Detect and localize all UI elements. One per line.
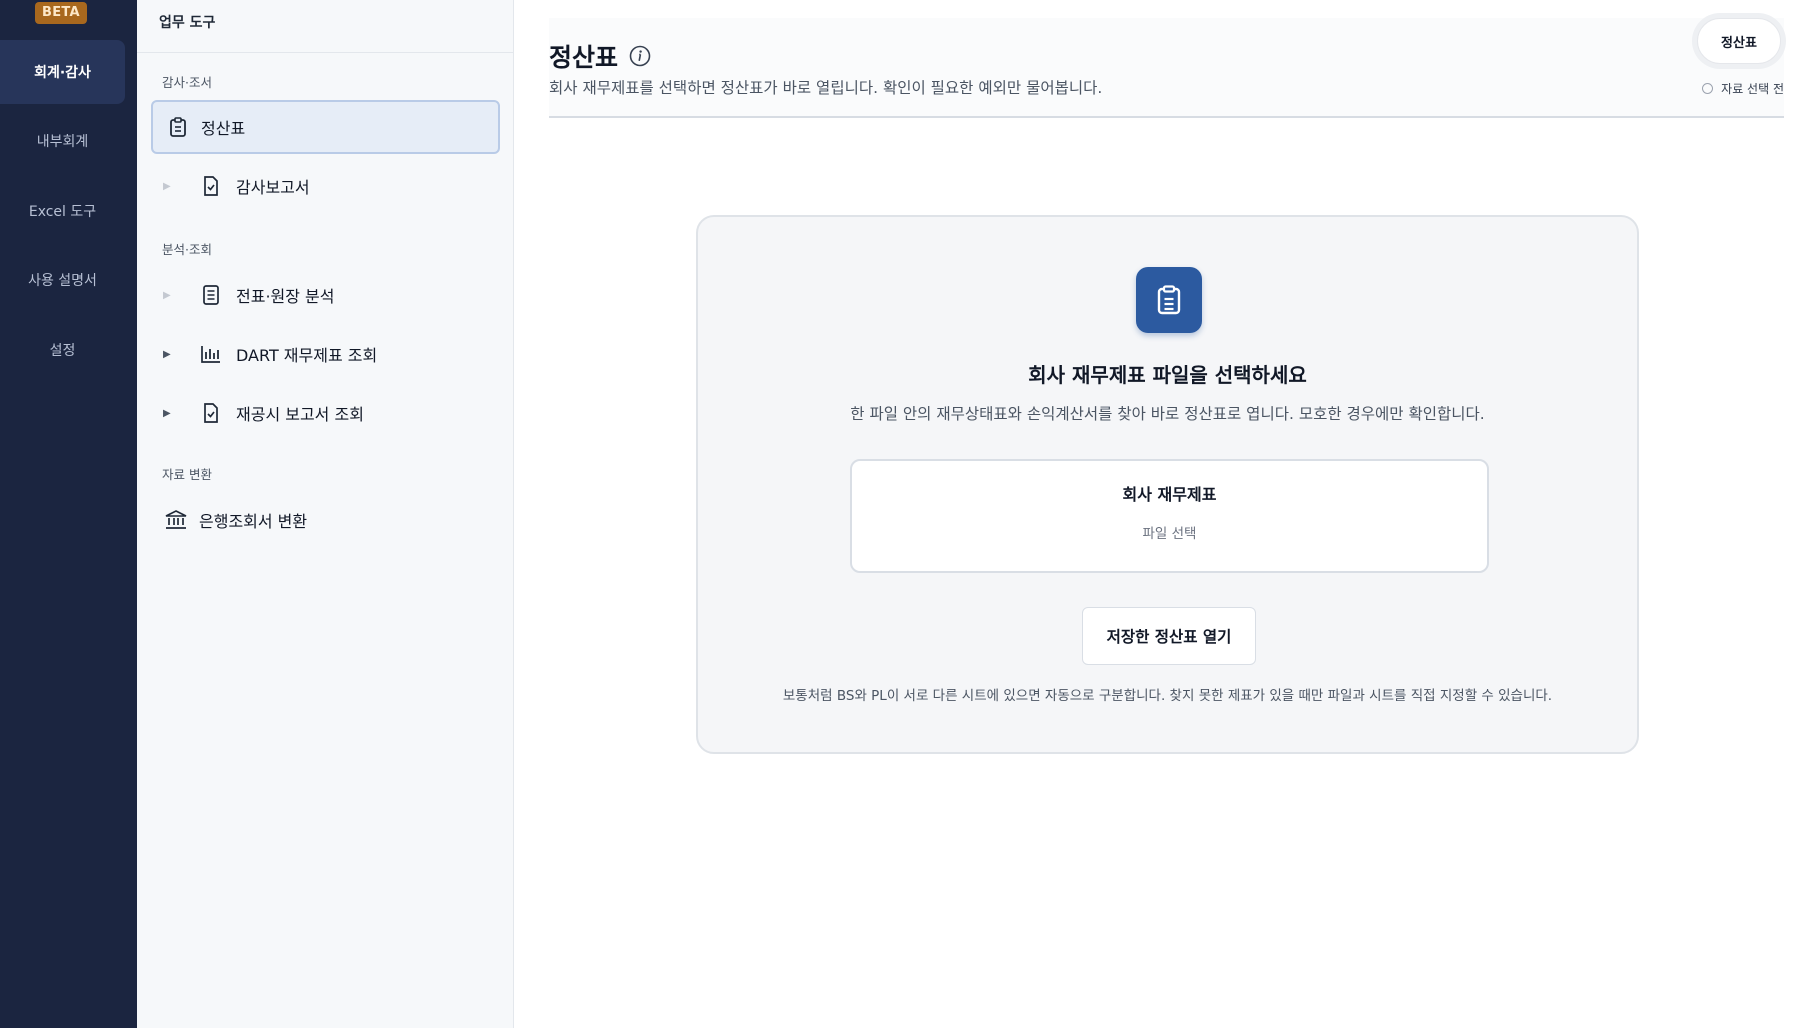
sidebar-item-ledger-analysis[interactable]: ▶ 전표·원장 분석 [151, 268, 500, 322]
main-content: 정산표 회사 재무제표를 선택하면 정산표가 바로 열립니다. 확인이 필요한 … [514, 0, 1800, 1028]
rail-item-user-guide[interactable]: 사용 설명서 [0, 248, 125, 312]
group-label-conversion: 자료 변환 [162, 467, 212, 482]
rail-item-label: 사용 설명서 [28, 273, 97, 289]
info-icon[interactable] [629, 45, 651, 67]
status-text: 자료 선택 전 [1721, 82, 1784, 96]
sidebar-item-label: DART 재무제표 조회 [236, 346, 378, 365]
sidebar-item-dart-financials[interactable]: ▶ DART 재무제표 조회 [151, 327, 500, 381]
rail-item-label: Excel 도구 [28, 204, 97, 220]
sidebar-item-label: 감사보고서 [236, 178, 310, 197]
sidebar-item-trial-balance[interactable]: 정산표 [151, 100, 500, 154]
trial-balance-pill-button[interactable]: 정산표 [1697, 18, 1781, 64]
sidebar-item-label: 정산표 [201, 119, 246, 138]
bank-icon [165, 509, 187, 531]
app-window: BETA 회계·감사 내부회계 Excel 도구 사용 설명서 설정 업무 도구… [0, 0, 1800, 1028]
rail-item-internal-control[interactable]: 내부회계 [0, 109, 125, 173]
ledger-icon [200, 284, 222, 306]
sidebar-item-label: 재공시 보고서 조회 [236, 405, 364, 424]
company-financials-file-picker[interactable]: 회사 재무제표 파일 선택 [850, 459, 1489, 573]
sidebar-item-bank-confirmation[interactable]: 은행조회서 변환 [151, 493, 500, 547]
document-check-icon [200, 175, 222, 197]
tools-sidebar: 업무 도구 감사·조서 정산표 ▶ 감사보고서 분석·조회 ▶ 전표·원장 분석… [137, 0, 514, 1028]
file-select-card: 회사 재무제표 파일을 선택하세요 한 파일 안의 재무상태표와 손익계산서를 … [696, 215, 1639, 754]
status-dot-icon [1702, 83, 1714, 94]
rail-item-settings[interactable]: 설정 [0, 318, 125, 382]
file-picker-subtitle: 파일 선택 [1142, 526, 1197, 542]
group-label-analysis: 분석·조회 [162, 242, 212, 257]
primary-nav-rail: BETA 회계·감사 내부회계 Excel 도구 사용 설명서 설정 [0, 0, 137, 1028]
rail-item-label: 설정 [49, 343, 76, 359]
group-label-audit: 감사·조서 [162, 75, 212, 90]
card-title: 회사 재무제표 파일을 선택하세요 [1028, 363, 1307, 387]
file-picker-title: 회사 재무제표 [1122, 485, 1217, 504]
rail-item-accounting-audit[interactable]: 회계·감사 [0, 40, 125, 104]
expand-arrow-icon[interactable]: ▶ [163, 408, 171, 419]
sidebar-title: 업무 도구 [137, 0, 513, 53]
expand-arrow-icon[interactable]: ▶ [163, 349, 171, 360]
clipboard-icon [1136, 267, 1202, 333]
expand-arrow-icon[interactable]: ▶ [163, 181, 171, 192]
card-footnote: 보통처럼 BS와 PL이 서로 다른 시트에 있으면 자동으로 구분합니다. 찾… [782, 688, 1553, 704]
clipboard-icon [167, 116, 189, 138]
rail-item-label: 회계·감사 [34, 65, 91, 81]
sidebar-item-audit-report[interactable]: ▶ 감사보고서 [151, 159, 500, 213]
open-saved-trial-balance-button[interactable]: 저장한 정산표 열기 [1082, 607, 1256, 665]
page-description: 회사 재무제표를 선택하면 정산표가 바로 열립니다. 확인이 필요한 예외만 … [549, 79, 1103, 97]
page-title: 정산표 [549, 43, 619, 72]
beta-badge: BETA [35, 2, 87, 24]
page-header: 정산표 회사 재무제표를 선택하면 정산표가 바로 열립니다. 확인이 필요한 … [549, 18, 1784, 118]
sidebar-item-label: 은행조회서 변환 [199, 512, 308, 531]
sidebar-item-label: 전표·원장 분석 [236, 287, 335, 306]
expand-arrow-icon[interactable]: ▶ [163, 290, 171, 301]
sidebar-item-restatement-report[interactable]: ▶ 재공시 보고서 조회 [151, 386, 500, 440]
card-description: 한 파일 안의 재무상태표와 손익계산서를 찾아 바로 정산표로 엽니다. 모호… [850, 405, 1485, 423]
bar-chart-icon [200, 343, 222, 365]
rail-item-label: 내부회계 [36, 134, 89, 150]
document-check-icon [200, 402, 222, 424]
rail-item-excel-tools[interactable]: Excel 도구 [0, 179, 125, 243]
status-indicator: 자료 선택 전 [1702, 80, 1784, 97]
